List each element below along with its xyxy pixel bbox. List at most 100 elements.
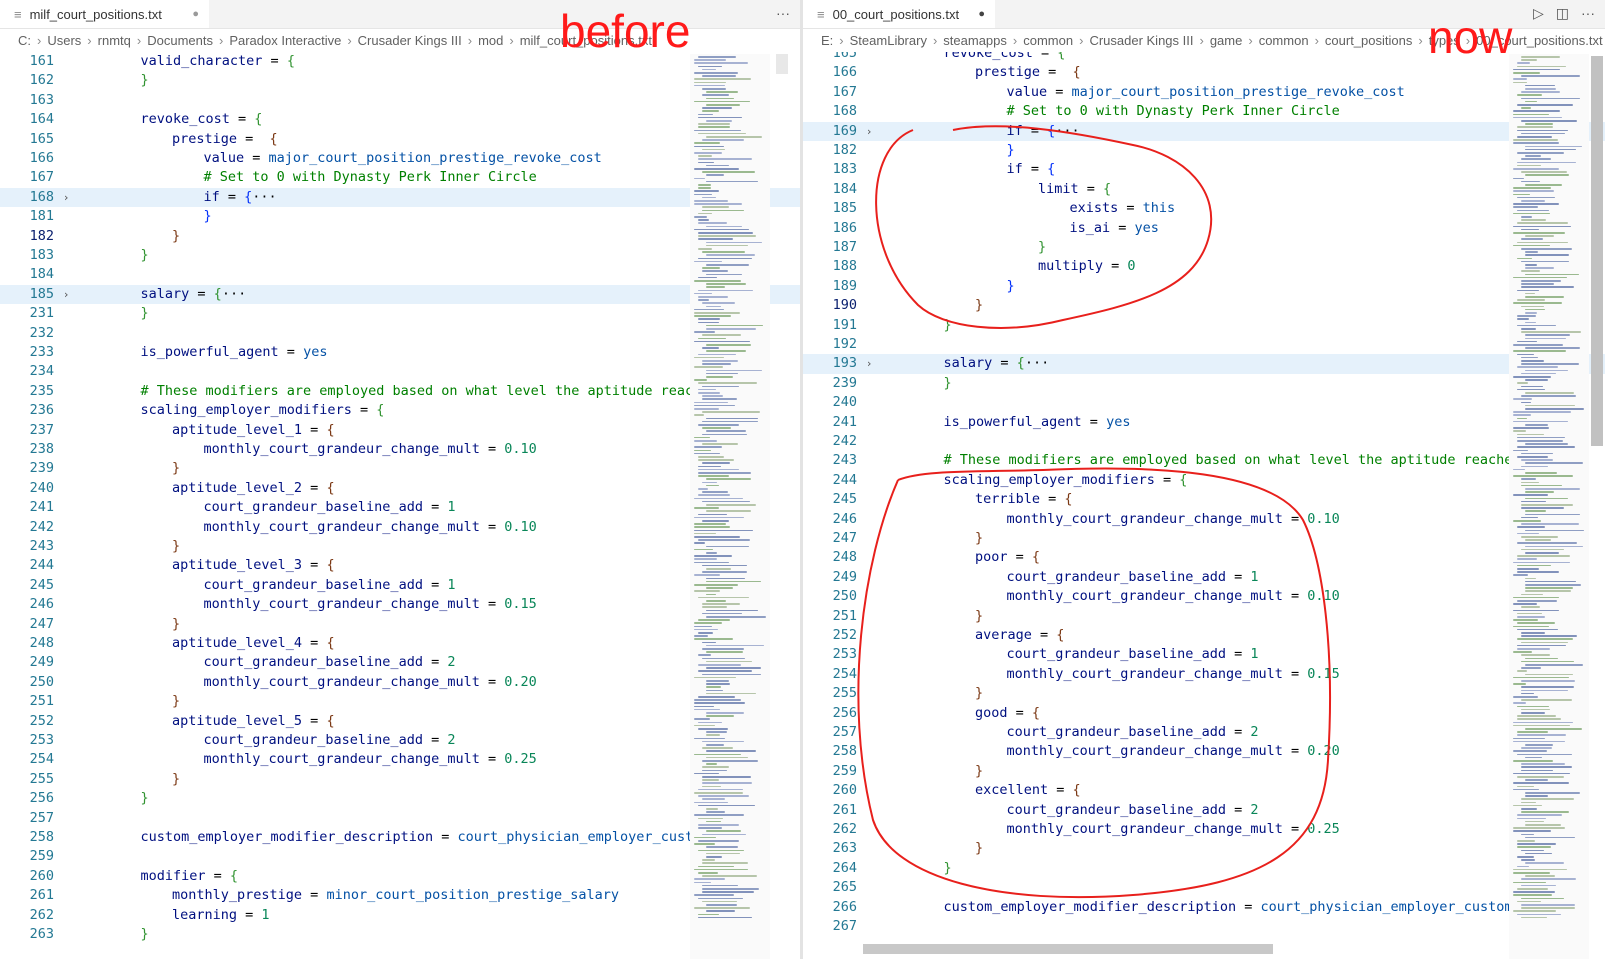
breadcrumb-item[interactable]: steamapps [943, 33, 1007, 48]
code-line[interactable]: 247} [803, 529, 1605, 548]
left-scrollbar[interactable] [776, 54, 788, 74]
code-line[interactable]: 257 court_grandeur_baseline_add = 2 [803, 723, 1605, 742]
chevron-right-icon[interactable]: › [64, 188, 68, 207]
code-line[interactable]: 246 monthly_court_grandeur_change_mult = … [0, 595, 800, 614]
code-line[interactable]: 254 monthly_court_grandeur_change_mult = … [803, 665, 1605, 684]
code-line[interactable]: 265 [803, 878, 1605, 897]
right-file-tab[interactable]: ≡ 00_court_positions.txt ● [803, 0, 995, 28]
code-line[interactable]: 245 terrible = { [803, 490, 1605, 509]
unsaved-dot-icon[interactable]: ● [978, 8, 985, 20]
code-line[interactable]: 248 aptitude_level_4 = { [0, 634, 800, 653]
code-line[interactable]: 241 court_grandeur_baseline_add = 1 [0, 498, 800, 517]
code-line[interactable]: 261 monthly_prestige = minor_court_positi… [0, 886, 800, 905]
code-line[interactable]: 181} [0, 207, 800, 226]
code-line[interactable]: 231} [0, 304, 800, 323]
chevron-right-icon[interactable]: › [867, 354, 871, 373]
code-line[interactable]: 251} [803, 607, 1605, 626]
code-line[interactable]: 254 monthly_court_grandeur_change_mult = … [0, 750, 800, 769]
code-line[interactable]: 247} [0, 615, 800, 634]
left-minimap[interactable] [690, 54, 770, 959]
breadcrumb-item[interactable]: rnmtq [98, 33, 131, 48]
code-line[interactable]: 193 › salary = {··· [803, 354, 1605, 374]
code-line[interactable]: 166 value = major_court_position_prestige… [0, 149, 800, 168]
code-line[interactable]: 237 aptitude_level_1 = { [0, 421, 800, 440]
right-horizontal-scrollbar[interactable] [863, 944, 1273, 954]
code-line[interactable]: 258 custom_employer_modifier_description … [0, 828, 800, 847]
code-line[interactable]: 235 # These modifiers are employed based … [0, 382, 800, 401]
code-line[interactable]: 253 court_grandeur_baseline_add = 1 [803, 645, 1605, 664]
code-line[interactable]: 189} [803, 277, 1605, 296]
code-line[interactable]: 262 learning = 1 [0, 906, 800, 925]
code-line[interactable]: 238 monthly_court_grandeur_change_mult = … [0, 440, 800, 459]
code-line[interactable]: 169 › if = {··· [803, 121, 1605, 141]
breadcrumb-item[interactable]: Crusader Kings III [1089, 33, 1193, 48]
code-line[interactable]: 241 is_powerful_agent = yes [803, 413, 1605, 432]
code-line[interactable]: 239} [0, 459, 800, 478]
code-line[interactable]: 246 monthly_court_grandeur_change_mult = … [803, 510, 1605, 529]
more-actions-icon[interactable]: ··· [776, 5, 790, 21]
code-line[interactable]: 184 [0, 265, 800, 284]
code-line[interactable]: 185 › salary = {··· [0, 284, 800, 305]
code-line[interactable]: 245 court_grandeur_baseline_add = 1 [0, 576, 800, 595]
code-line[interactable]: 260 modifier = { [0, 867, 800, 886]
code-line[interactable]: 249 court_grandeur_baseline_add = 2 [0, 653, 800, 672]
code-line[interactable]: 259} [803, 762, 1605, 781]
code-line[interactable]: 240 aptitude_level_2 = { [0, 479, 800, 498]
code-line[interactable]: 262 monthly_court_grandeur_change_mult = … [803, 820, 1605, 839]
breadcrumb-item[interactable]: mod [478, 33, 503, 48]
code-line[interactable]: 256} [0, 789, 800, 808]
code-line[interactable]: 236 scaling_employer_modifiers = { [0, 401, 800, 420]
chevron-right-icon[interactable]: › [64, 285, 68, 304]
code-line[interactable]: 249 court_grandeur_baseline_add = 1 [803, 568, 1605, 587]
breadcrumb-item[interactable]: court_positions [1325, 33, 1412, 48]
breadcrumb-item[interactable]: SteamLibrary [850, 33, 927, 48]
code-line[interactable]: 255} [0, 770, 800, 789]
code-line[interactable]: 167 value = major_court_position_prestige… [803, 83, 1605, 102]
breadcrumb-item[interactable]: Users [47, 33, 81, 48]
split-editor-icon[interactable]: ◫ [1556, 5, 1569, 22]
code-line[interactable]: 182} [803, 141, 1605, 160]
code-line[interactable]: 188 multiply = 0 [803, 257, 1605, 276]
code-line[interactable]: 183} [0, 246, 800, 265]
breadcrumb-item[interactable]: Paradox Interactive [229, 33, 341, 48]
code-line[interactable]: 183 if = { [803, 160, 1605, 179]
code-line[interactable]: 264} [803, 859, 1605, 878]
code-line[interactable]: 253 court_grandeur_baseline_add = 2 [0, 731, 800, 750]
code-line[interactable]: 233 is_powerful_agent = yes [0, 343, 800, 362]
code-line[interactable]: 256 good = { [803, 704, 1605, 723]
code-line[interactable]: 263} [0, 925, 800, 944]
code-line[interactable]: 192 [803, 335, 1605, 354]
code-line[interactable]: 257 [0, 809, 800, 828]
code-line[interactable]: 164 revoke_cost = { [0, 110, 800, 129]
code-line[interactable]: 263} [803, 839, 1605, 858]
code-line[interactable]: 252 aptitude_level_5 = { [0, 712, 800, 731]
code-line[interactable]: 184 limit = { [803, 180, 1605, 199]
code-line[interactable]: 163 [0, 91, 800, 110]
code-line[interactable]: 185 exists = this [803, 199, 1605, 218]
breadcrumb-item[interactable]: common [1023, 33, 1073, 48]
code-line[interactable]: 191} [803, 316, 1605, 335]
code-line[interactable]: 251} [0, 692, 800, 711]
run-icon[interactable]: ▷ [1533, 5, 1544, 22]
code-line[interactable]: 248 poor = { [803, 548, 1605, 567]
code-line[interactable]: 252 average = { [803, 626, 1605, 645]
code-line[interactable]: 266 custom_employer_modifier_description … [803, 898, 1605, 917]
breadcrumb-item[interactable]: game [1210, 33, 1243, 48]
code-line[interactable]: 261 court_grandeur_baseline_add = 2 [803, 801, 1605, 820]
code-line[interactable]: 166 prestige = { [803, 63, 1605, 82]
code-line[interactable]: 182} [0, 227, 800, 246]
code-line[interactable]: 240 [803, 393, 1605, 412]
code-line[interactable]: 260 excellent = { [803, 781, 1605, 800]
chevron-right-icon[interactable]: › [867, 122, 871, 141]
code-line[interactable]: 244 scaling_employer_modifiers = { [803, 471, 1605, 490]
code-line[interactable]: 267 [803, 917, 1605, 936]
code-line[interactable]: 168 › if = {··· [0, 187, 800, 208]
code-line[interactable]: 242 [803, 432, 1605, 451]
breadcrumb-item[interactable]: Crusader Kings III [358, 33, 462, 48]
code-line[interactable]: 250 monthly_court_grandeur_change_mult = … [803, 587, 1605, 606]
right-minimap[interactable] [1509, 54, 1589, 959]
code-line[interactable]: 165 prestige = { [0, 130, 800, 149]
code-line[interactable]: 239} [803, 374, 1605, 393]
code-line[interactable]: 232 [0, 324, 800, 343]
left-file-tab[interactable]: ≡ milf_court_positions.txt ● [0, 0, 209, 28]
